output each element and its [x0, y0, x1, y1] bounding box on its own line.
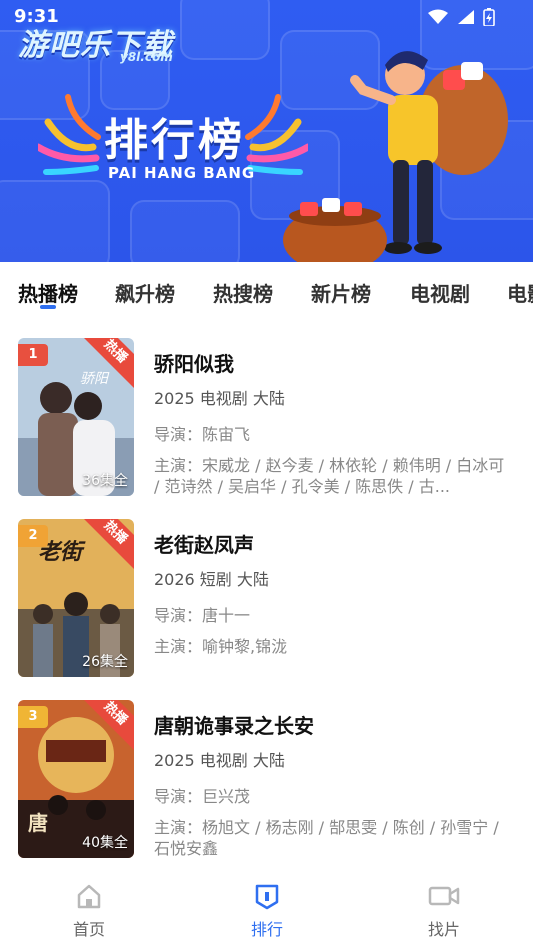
svg-text:唐: 唐: [28, 811, 48, 835]
tab-rising[interactable]: 飙升榜: [115, 278, 175, 307]
nav-home[interactable]: 首页: [49, 882, 129, 940]
active-tab-indicator: [40, 305, 56, 309]
banner-title-group: 排行榜 PAI HANG BANG: [38, 92, 308, 192]
item-director: 导演：唐十一: [154, 606, 251, 625]
item-info: 唐朝诡事录之长安 2025 电视剧 大陆 导演：巨兴茂 主演：杨旭文 / 杨志刚…: [154, 700, 514, 859]
list-item[interactable]: 老街 2 热播 26集全 老街赵凤声 2026 短剧 大陆 导演：唐十一 主演：…: [0, 519, 533, 684]
rank-badge: 3: [18, 706, 48, 728]
nav-find-label: 找片: [427, 920, 460, 939]
nav-ranking[interactable]: 排行: [227, 882, 307, 940]
item-cast: 主演：喻钟黎,锦泷: [154, 637, 288, 656]
list-item[interactable]: 骄阳 1 热播 36集全 骄阳似我 2025 电视剧 大陆 导演：陈宙飞 主演：…: [0, 338, 533, 503]
item-title[interactable]: 唐朝诡事录之长安: [154, 710, 514, 739]
item-info: 骄阳似我 2025 电视剧 大陆 导演：陈宙飞 主演：宋威龙 / 赵今麦 / 林…: [154, 338, 514, 497]
tab-tv-series[interactable]: 电视剧: [410, 278, 470, 307]
item-cast: 主演：宋威龙 / 赵今麦 / 林依轮 / 赖伟明 / 白冰可 / 范诗然 / 吴…: [154, 456, 505, 496]
item-meta: 2025 电视剧 大陆: [154, 389, 285, 408]
tab-movie[interactable]: 电影: [507, 278, 533, 307]
video-camera-icon: [428, 886, 460, 906]
rank-badge: 2: [18, 525, 48, 547]
nav-find[interactable]: 找片: [404, 882, 484, 940]
ranking-icon: [255, 884, 279, 910]
rank-badge: 1: [18, 344, 48, 366]
tab-new-release[interactable]: 新片榜: [311, 278, 371, 307]
item-director: 导演：陈宙飞: [154, 425, 251, 444]
banner-tile: [130, 200, 240, 262]
ranking-tabs: 热播榜 飙升榜 热搜榜 新片榜 电视剧 电影: [0, 262, 533, 320]
bottom-navigation: 首页 排行 找片: [0, 872, 533, 948]
poster-image[interactable]: 老街 2 热播 26集全: [18, 519, 134, 677]
item-title[interactable]: 骄阳似我: [154, 348, 514, 377]
svg-text:骄阳: 骄阳: [80, 371, 110, 387]
app-logo-domain: y8l.com: [120, 50, 173, 64]
episode-count: 36集全: [82, 473, 128, 489]
item-director: 导演：巨兴茂: [154, 787, 251, 806]
item-meta: 2025 电视剧 大陆: [154, 751, 285, 770]
item-meta: 2026 短剧 大陆: [154, 570, 269, 589]
tab-hot-play[interactable]: 热播榜: [18, 278, 78, 307]
episode-count: 40集全: [82, 835, 128, 851]
episode-count: 26集全: [82, 654, 128, 670]
poster-image[interactable]: 骄阳 1 热播 36集全: [18, 338, 134, 496]
home-icon: [77, 884, 101, 909]
nav-home-label: 首页: [72, 920, 105, 939]
banner-title: 排行榜: [104, 115, 245, 166]
poster-image[interactable]: 唐 3 热播 40集全: [18, 700, 134, 858]
banner-subtitle: PAI HANG BANG: [108, 164, 256, 182]
banner-tile: [0, 180, 110, 262]
ranking-banner: 9:31 游吧乐下载 y8l.com 排行榜 PAI HANG BANG: [0, 0, 533, 262]
nav-ranking-label: 排行: [250, 920, 283, 939]
item-cast: 主演：杨旭文 / 杨志刚 / 郜思雯 / 陈创 / 孙雪宁 / 石悦安鑫: [154, 818, 499, 858]
item-info: 老街赵凤声 2026 短剧 大陆 导演：唐十一 主演：喻钟黎,锦泷: [154, 519, 514, 678]
item-title[interactable]: 老街赵凤声: [154, 529, 514, 558]
tab-hot-search[interactable]: 热搜榜: [213, 278, 273, 307]
list-item[interactable]: 唐 3 热播 40集全 唐朝诡事录之长安 2025 电视剧 大陆 导演：巨兴茂 …: [0, 700, 533, 865]
pot-illustration: [283, 198, 387, 262]
